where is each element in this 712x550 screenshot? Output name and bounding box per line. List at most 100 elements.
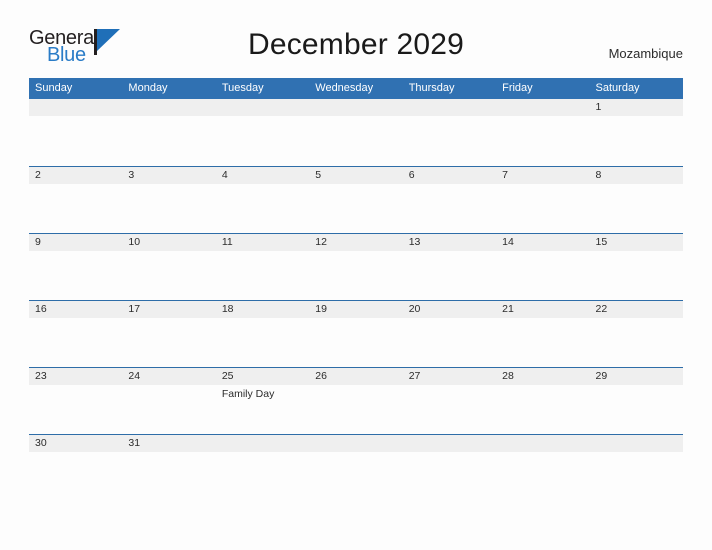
day-cell[interactable]: 19 xyxy=(309,301,403,367)
day-events xyxy=(403,385,496,388)
weekday-monday: Monday xyxy=(128,82,168,94)
day-cell[interactable]: 25 Family Day xyxy=(215,368,310,434)
day-events xyxy=(309,184,402,187)
day-number-band: 20 xyxy=(402,301,497,318)
day-cell[interactable] xyxy=(309,435,403,452)
day-cell[interactable]: 10 xyxy=(122,234,216,300)
day-events xyxy=(309,116,402,119)
day-cell[interactable]: 17 xyxy=(122,301,216,367)
day-cell[interactable]: 22 xyxy=(589,301,683,367)
day-number: 17 xyxy=(128,303,141,315)
day-cell[interactable]: 13 xyxy=(402,234,497,300)
day-events xyxy=(122,184,215,187)
day-number-band: 23 xyxy=(29,368,123,385)
day-cell[interactable] xyxy=(402,99,497,166)
day-cell[interactable]: 21 xyxy=(496,301,590,367)
day-number: 9 xyxy=(35,236,41,248)
day-cell[interactable] xyxy=(589,435,683,452)
day-number-band xyxy=(589,435,683,452)
day-cell[interactable]: 16 xyxy=(29,301,123,367)
day-number-band: 30 xyxy=(29,435,123,452)
day-number-band: 12 xyxy=(309,234,403,251)
day-number: 6 xyxy=(408,169,415,181)
day-number: 15 xyxy=(595,236,608,248)
day-cell[interactable] xyxy=(496,99,590,166)
weekday-wednesday: Wednesday xyxy=(315,82,374,94)
day-events xyxy=(216,116,309,119)
day-events xyxy=(122,251,215,254)
day-cell[interactable] xyxy=(215,99,310,166)
day-events: Family Day xyxy=(216,385,309,401)
day-number-band: 17 xyxy=(122,301,216,318)
day-number-band: 26 xyxy=(309,368,403,385)
day-number: 11 xyxy=(221,236,233,248)
day-number: 4 xyxy=(221,169,228,181)
calendar-grid: Sunday Monday Tuesday Wednesday Thursday… xyxy=(29,78,683,452)
day-cell[interactable]: 11 xyxy=(215,234,310,300)
day-cell[interactable]: 6 xyxy=(402,167,497,233)
day-cell[interactable]: 20 xyxy=(402,301,497,367)
day-cell[interactable]: 29 xyxy=(589,368,683,434)
day-cell[interactable]: 4 xyxy=(215,167,310,233)
event-label: Family Day xyxy=(221,388,275,400)
day-events xyxy=(496,116,589,119)
day-number: 25 xyxy=(221,370,234,382)
day-events xyxy=(496,184,589,187)
day-events xyxy=(403,184,496,187)
day-cell[interactable]: 8 xyxy=(589,167,683,233)
day-events xyxy=(590,116,683,119)
day-number-band: 11 xyxy=(215,234,310,251)
day-number: 22 xyxy=(595,303,608,315)
day-number-band: 16 xyxy=(29,301,123,318)
day-events xyxy=(496,385,589,388)
day-number-band: 6 xyxy=(402,167,497,184)
day-number-band: 9 xyxy=(29,234,123,251)
day-number-band: 18 xyxy=(215,301,310,318)
day-number: 18 xyxy=(221,303,234,315)
day-cell[interactable]: 18 xyxy=(215,301,310,367)
weekday-thursday: Thursday xyxy=(408,82,455,94)
day-cell[interactable]: 31 xyxy=(122,435,216,452)
day-cell[interactable]: 14 xyxy=(496,234,590,300)
day-events xyxy=(122,318,215,321)
day-cell[interactable]: 23 xyxy=(29,368,123,434)
day-cell[interactable]: 26 xyxy=(309,368,403,434)
day-events xyxy=(216,184,309,187)
day-cell[interactable] xyxy=(29,99,123,166)
day-cell[interactable]: 30 xyxy=(29,435,123,452)
day-cell[interactable]: 28 xyxy=(496,368,590,434)
day-cell[interactable]: 15 xyxy=(589,234,683,300)
day-cell[interactable]: 7 xyxy=(496,167,590,233)
day-cell[interactable]: 9 xyxy=(29,234,123,300)
day-number-band: 29 xyxy=(589,368,683,385)
day-events xyxy=(403,116,496,119)
day-events xyxy=(122,116,215,119)
week-row: 30 31 xyxy=(29,434,683,452)
day-number-band: 19 xyxy=(309,301,403,318)
day-cell[interactable] xyxy=(215,435,310,452)
day-cell[interactable]: 2 xyxy=(29,167,123,233)
weekday-tuesday: Tuesday xyxy=(221,82,264,94)
day-cell[interactable] xyxy=(402,435,497,452)
day-number: 7 xyxy=(502,169,508,181)
day-cell[interactable]: 12 xyxy=(309,234,403,300)
day-cell[interactable] xyxy=(122,99,216,166)
day-number-band xyxy=(122,99,216,116)
day-number-band: 31 xyxy=(122,435,216,452)
day-number-band: 28 xyxy=(496,368,590,385)
week-row: 23 24 25 Family Day 26 27 28 29 xyxy=(29,367,683,434)
day-cell[interactable]: 3 xyxy=(122,167,216,233)
day-events xyxy=(590,251,683,254)
day-cell[interactable]: 27 xyxy=(402,368,497,434)
day-cell[interactable] xyxy=(496,435,590,452)
day-number-band: 14 xyxy=(496,234,590,251)
day-cell[interactable] xyxy=(309,99,403,166)
day-cell[interactable]: 5 xyxy=(309,167,403,233)
weekday-header-row: Sunday Monday Tuesday Wednesday Thursday… xyxy=(29,78,683,99)
day-cell[interactable]: 1 xyxy=(589,99,683,166)
day-number-band: 8 xyxy=(589,167,683,184)
day-events xyxy=(403,318,496,321)
day-cell[interactable]: 24 xyxy=(122,368,216,434)
day-events xyxy=(29,184,122,187)
day-number-band xyxy=(29,99,123,116)
